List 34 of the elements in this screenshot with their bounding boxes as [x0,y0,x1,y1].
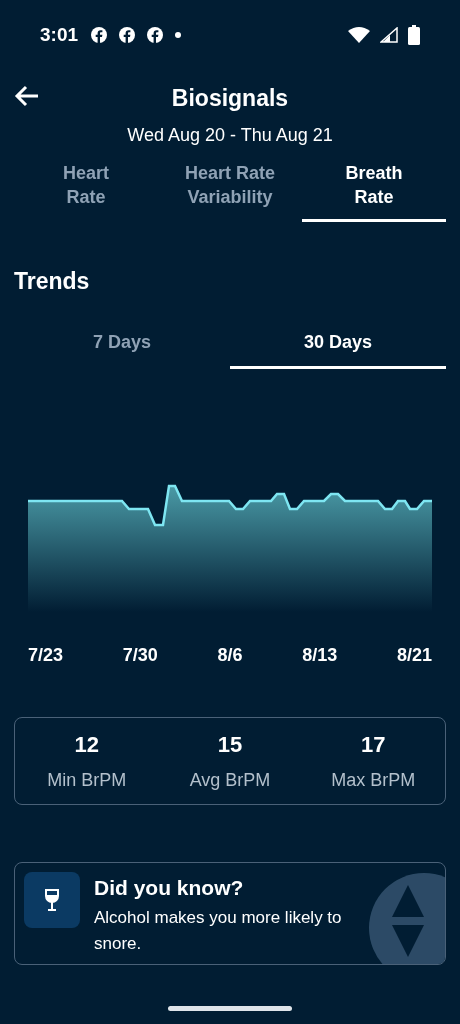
biosignal-tab[interactable]: Heart Rate Variability [158,161,302,222]
period-tab[interactable]: 7 Days [14,328,230,369]
back-arrow-icon [14,84,40,108]
facebook-icon [118,26,137,44]
biosignal-tab[interactable]: Breath Rate [302,161,446,222]
period-tab[interactable]: 30 Days [230,328,446,369]
battery-icon [408,25,420,45]
stat-label: Max BrPM [331,768,416,792]
axis-label: 8/6 [217,643,243,667]
axis-label: 8/13 [302,643,338,667]
stat-value: 15 [217,730,243,759]
back-button[interactable] [14,84,40,108]
wifi-icon [348,27,370,43]
tip-text: Alcohol makes you more likely to snore. [94,907,343,955]
stat-label: Min BrPM [47,768,127,792]
stat-label: Avg BrPM [189,768,271,792]
up-triangle-icon [392,884,424,917]
facebook-icon [90,26,109,44]
status-time: 3:01 [40,22,79,47]
facebook-icon [146,26,165,44]
wine-glass-icon [24,871,80,928]
biosignal-tab[interactable]: Heart Rate [14,161,158,222]
down-triangle-icon [392,924,424,957]
section-title: Trends [14,268,90,294]
axis-label: 7/23 [28,643,64,667]
tip-title: Did you know? [94,874,245,901]
stat-value: 12 [74,730,99,759]
date-range: Wed Aug 20 - Thu Aug 21 [127,125,333,145]
axis-label: 7/30 [122,643,158,667]
axis-label: 8/21 [396,643,432,667]
more-notifications-icon [174,31,183,39]
signal-icon [380,27,398,43]
stat-value: 17 [361,730,386,759]
page-title: Biosignals [171,83,289,113]
